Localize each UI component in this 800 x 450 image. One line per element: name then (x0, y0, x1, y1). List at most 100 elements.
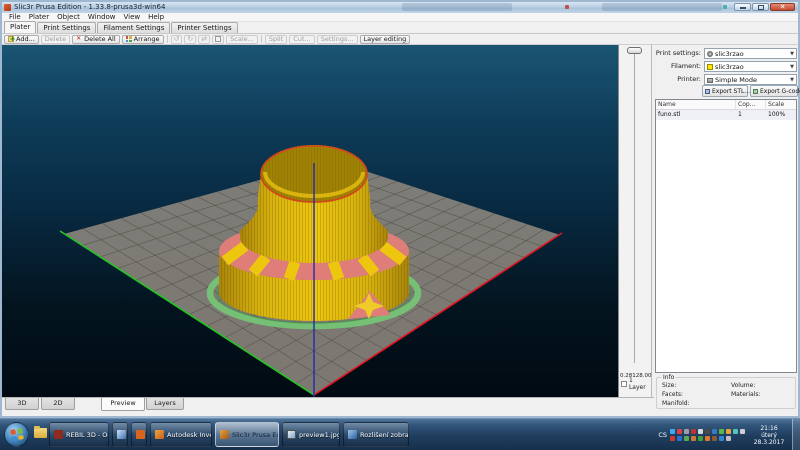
title-bar[interactable]: Slic3r Prusa Edition - 1.33.8-prusa3d-wi… (2, 2, 798, 13)
arrange-icon (126, 36, 132, 42)
tray-icon[interactable] (670, 429, 675, 434)
table-row[interactable]: funo.stl 1 100% (656, 110, 796, 120)
slic3r-window: Slic3r Prusa Edition - 1.33.8-prusa3d-wi… (0, 0, 800, 418)
scale-handle-button[interactable] (212, 35, 224, 44)
scale-button[interactable]: Scale... (226, 35, 258, 44)
tray-icon[interactable] (698, 436, 703, 441)
delete-all-button[interactable]: ✕Delete All (72, 35, 119, 44)
info-facets-label: Facets: (662, 391, 683, 398)
tab-printer-settings[interactable]: Printer Settings (171, 22, 237, 33)
tab-filament-settings[interactable]: Filament Settings (97, 22, 170, 33)
tray-icon[interactable] (684, 429, 689, 434)
menu-view[interactable]: View (120, 13, 145, 22)
tray-icon[interactable] (691, 436, 696, 441)
rotate-cw-button[interactable]: ↻ (184, 35, 196, 44)
layer-slider-handle[interactable] (627, 47, 642, 54)
tray-icon[interactable] (712, 436, 717, 441)
filament-select[interactable]: slic3rzao ▼ (704, 61, 797, 72)
print-settings-select[interactable]: slic3rzao ▼ (704, 48, 797, 59)
minimize-button[interactable] (734, 3, 751, 11)
monitor-app-icon (348, 430, 357, 439)
arrange-button[interactable]: Arrange (122, 35, 164, 44)
delete-button[interactable]: Delete (41, 35, 70, 44)
print-settings-label: Print settings: (654, 48, 701, 59)
tray-icon[interactable] (677, 429, 682, 434)
maximize-icon (758, 5, 764, 10)
taskbar-button-slic3r[interactable]: Slic3r Prusa Edition - ... (215, 422, 279, 447)
taskbar-button-doc[interactable] (112, 422, 128, 447)
tray-icon[interactable] (719, 429, 724, 434)
tray-icon[interactable] (691, 429, 696, 434)
rotate-ccw-button[interactable]: ↺ (171, 35, 183, 44)
stl-file-icon (705, 89, 710, 94)
tray-icon[interactable] (726, 429, 731, 434)
mirror-button[interactable]: ⇄ (198, 35, 210, 44)
cut-button[interactable]: Cut... (289, 35, 314, 44)
window-title: Slic3r Prusa Edition - 1.33.8-prusa3d-wi… (14, 3, 165, 11)
tray-icon[interactable] (705, 436, 710, 441)
clock-date: 28.3.2017 (749, 439, 789, 446)
3d-viewport[interactable] (2, 45, 618, 397)
chevron-down-icon: ▼ (790, 64, 794, 70)
tray-icon[interactable] (719, 436, 724, 441)
close-button[interactable]: ✕ (770, 3, 795, 11)
tab-plater[interactable]: Plater (4, 21, 36, 33)
taskbar-button-orange-app[interactable] (131, 422, 147, 447)
taskbar-button-inventor[interactable]: Autodesk Inventor Pr... (150, 422, 212, 447)
main-tab-bar: Plater Print Settings Filament Settings … (2, 22, 798, 34)
tab-print-settings[interactable]: Print Settings (37, 22, 96, 33)
tray-icon[interactable] (740, 429, 745, 434)
taskbar-button-rebil[interactable]: REBIL 3D - Odeslat o... (49, 422, 109, 447)
menu-help[interactable]: Help (144, 13, 168, 22)
taskbar-clock[interactable]: 21:16 úterý 28.3.2017 (749, 425, 789, 446)
paint-app-icon (287, 430, 296, 439)
view-tab-2d[interactable]: 2D (41, 398, 75, 410)
layer-editing-button[interactable]: Layer editing (360, 35, 411, 44)
export-stl-button[interactable]: Export STL... (702, 85, 748, 97)
settings-button[interactable]: Settings... (317, 35, 358, 44)
view-tab-preview[interactable]: Preview (101, 398, 145, 411)
one-layer-checkbox[interactable] (621, 381, 627, 387)
add-icon (8, 36, 14, 42)
tray-icon[interactable] (705, 429, 710, 434)
language-indicator[interactable]: CS (658, 431, 667, 439)
printer-icon (707, 78, 713, 83)
background-window-tab (602, 3, 722, 11)
explorer-folder-icon[interactable] (34, 428, 47, 438)
view-tab-layers[interactable]: Layers (146, 398, 184, 410)
tray-icon[interactable] (712, 429, 717, 434)
app-icon (4, 4, 11, 11)
taskbar-button-display-settings[interactable]: Rozlišení zobrazení (343, 422, 409, 447)
gcode-file-icon (753, 89, 758, 94)
maximize-button[interactable] (752, 3, 769, 11)
layer-slider-strip: 0.28 128.00 1 Layer (618, 45, 652, 397)
clock-time: 21:16 (749, 425, 789, 432)
taskbar-button-paint[interactable]: preview1.jpg - Malov... (282, 422, 340, 447)
split-button[interactable]: Split (265, 35, 287, 44)
start-button[interactable] (4, 422, 29, 447)
tray-icon[interactable] (684, 436, 689, 441)
info-volume-label: Volume: (731, 382, 755, 389)
tray-icons-row1[interactable] (670, 429, 745, 434)
3d-scene (2, 45, 618, 397)
tray-icon[interactable] (726, 436, 731, 441)
tray-icon[interactable] (677, 436, 682, 441)
delete-all-icon: ✕ (76, 36, 82, 42)
tray-icon[interactable] (733, 429, 738, 434)
menu-window[interactable]: Window (84, 13, 120, 22)
main-area: 0.28 128.00 1 Layer 3D 2D Preview Layers (2, 45, 798, 412)
tray-icons-row2[interactable] (670, 436, 745, 441)
tray-icon[interactable] (698, 429, 703, 434)
printer-label: Printer: (654, 74, 701, 85)
right-panel: Print settings: slic3rzao ▼ Filament: sl… (654, 45, 798, 412)
layer-slider-track[interactable] (634, 49, 635, 363)
tray-icon[interactable] (670, 436, 675, 441)
add-button[interactable]: Add... (4, 35, 39, 44)
export-gcode-button[interactable]: Export G-code... (750, 85, 798, 97)
printer-select[interactable]: Simple Mode ▼ (704, 74, 797, 85)
show-desktop-button[interactable] (792, 419, 800, 450)
object-list: Name Cop... Scale funo.stl 1 100% (655, 99, 797, 373)
menu-object[interactable]: Object (53, 13, 84, 22)
info-box: Info Size: Facets: Manifold: Volume: Mat… (656, 377, 796, 409)
view-tab-3d[interactable]: 3D (5, 398, 39, 410)
